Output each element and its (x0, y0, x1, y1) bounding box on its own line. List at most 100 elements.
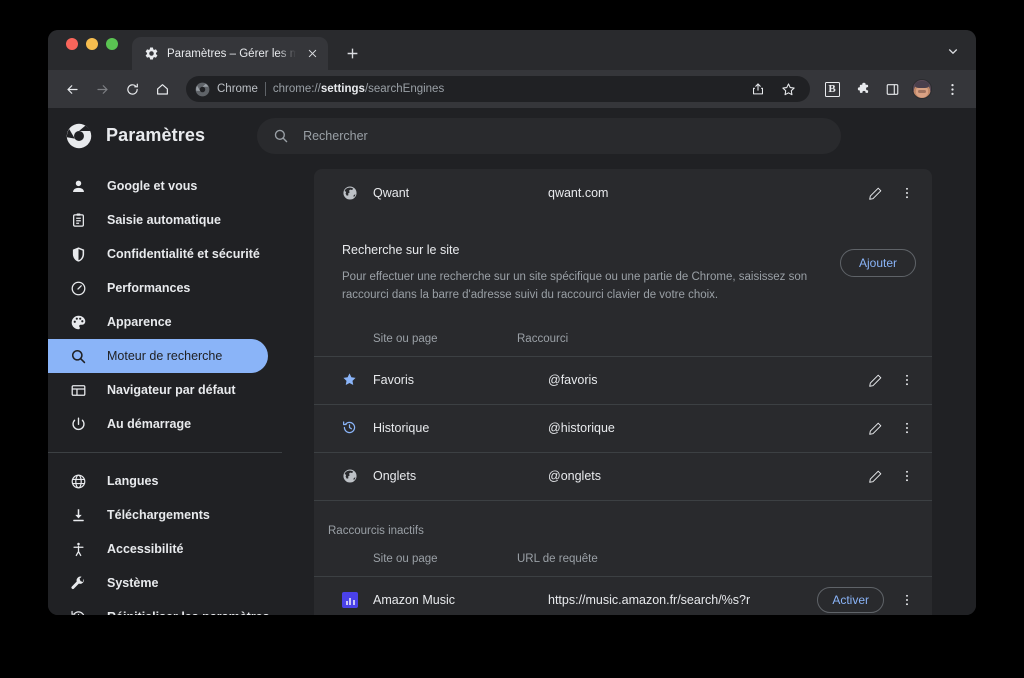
window-controls (48, 30, 118, 70)
row-actions (866, 467, 916, 485)
tab-search-chevron-down-icon[interactable] (944, 42, 962, 60)
history-icon (70, 609, 87, 615)
sidebar-item-google-et-vous[interactable]: Google et vous (48, 169, 268, 203)
sidebar-item-label: Google et vous (107, 179, 198, 193)
address-bar[interactable]: Chrome chrome://settings/searchEngines (186, 76, 810, 102)
more-options-icon[interactable] (898, 419, 916, 437)
table-row[interactable]: Onglets @onglets (314, 453, 932, 501)
pencil-icon[interactable] (866, 184, 884, 202)
new-tab-button[interactable] (338, 39, 366, 67)
sidebar-item-moteur-de-recherche[interactable]: Moteur de recherche (48, 339, 268, 373)
sidebar-item-langues[interactable]: Langues (48, 464, 268, 498)
sidebar-item-label: Téléchargements (107, 508, 210, 522)
puzzle-icon[interactable] (848, 75, 876, 103)
accessibility-icon (70, 541, 87, 558)
tab-title: Paramètres – Gérer les moteurs (167, 47, 296, 60)
forward-button[interactable] (88, 75, 116, 103)
sidebar-item-saisie-automatique[interactable]: Saisie automatique (48, 203, 268, 237)
sidebar-item-performances[interactable]: Performances (48, 271, 268, 305)
star-icon (342, 372, 358, 388)
table-row[interactable]: Qwant qwant.com (314, 169, 932, 217)
home-button[interactable] (148, 75, 176, 103)
person-icon (70, 178, 87, 195)
search-engines-card: Qwant qwant.com Recherche sur le site Po… (314, 169, 932, 615)
activate-button[interactable]: Activer (817, 587, 884, 614)
url-highlight: settings (320, 83, 365, 95)
sidebar-item-accessibilite[interactable]: Accessibilité (48, 532, 268, 566)
clipboard-icon (70, 212, 87, 229)
palette-icon (70, 314, 87, 331)
column-header-site: Site ou page (373, 333, 438, 346)
page-title: Paramètres (106, 125, 206, 145)
table-row[interactable]: Historique @historique (314, 405, 932, 453)
column-header-url: URL de requête (517, 553, 598, 566)
sidebar-item-apparence[interactable]: Apparence (48, 305, 268, 339)
bookmark-star-icon[interactable] (774, 75, 802, 103)
sidebar-item-systeme[interactable]: Système (48, 566, 268, 600)
url-suffix: /searchEngines (364, 83, 445, 95)
settings-body: Google et vous Saisie automatique Confid… (48, 163, 976, 615)
row-name: Amazon Music (373, 593, 455, 608)
url-prefix: chrome:// (272, 83, 321, 95)
back-button[interactable] (58, 75, 86, 103)
clock-icon (342, 420, 358, 436)
browser-menu-button[interactable] (938, 75, 966, 103)
section-description: Pour effectuer une recherche sur un site… (342, 271, 808, 301)
globe-icon (70, 473, 87, 490)
browser-icon (70, 382, 87, 399)
sidebar-item-label: Langues (107, 474, 159, 488)
table-row[interactable]: Favoris @favoris (314, 357, 932, 405)
row-name: Historique (373, 421, 430, 436)
reload-button[interactable] (118, 75, 146, 103)
omnibox-url: chrome://settings/searchEngines (273, 83, 737, 95)
pencil-icon[interactable] (866, 371, 884, 389)
row-shortcut: @historique (548, 421, 615, 436)
row-actions: Activer (817, 587, 916, 614)
profile-avatar-button[interactable] (908, 75, 936, 103)
table-row[interactable]: Amazon Music https://music.amazon.fr/sea… (314, 577, 932, 615)
maximize-window-button[interactable] (106, 37, 118, 50)
wrench-icon (70, 575, 87, 592)
amazon-music-icon (342, 592, 358, 609)
close-tab-button[interactable] (304, 46, 320, 62)
row-name: Onglets (373, 469, 417, 484)
omnibox-separator (264, 82, 266, 96)
side-panel-icon[interactable] (878, 75, 906, 103)
sidebar-item-label: Accessibilité (107, 542, 184, 556)
settings-sidebar: Google et vous Saisie automatique Confid… (48, 163, 300, 615)
more-options-icon[interactable] (898, 371, 916, 389)
settings-search-box[interactable]: Rechercher (257, 117, 842, 154)
globe-icon (342, 468, 358, 484)
sidebar-item-label: Saisie automatique (107, 213, 221, 227)
sidebar-item-au-demarrage[interactable]: Au démarrage (48, 407, 268, 441)
share-icon[interactable] (744, 75, 772, 103)
settings-main-content: Qwant qwant.com Recherche sur le site Po… (300, 163, 976, 615)
tab-settings[interactable]: Paramètres – Gérer les moteurs (132, 37, 328, 70)
pencil-icon[interactable] (866, 467, 884, 485)
column-header-site: Site ou page (373, 553, 438, 566)
sidebar-item-navigateur-par-defaut[interactable]: Navigateur par défaut (48, 373, 268, 407)
settings-header: Paramètres Rechercher (48, 108, 976, 163)
row-name: Favoris (373, 373, 414, 388)
sidebar-item-label: Confidentialité et sécurité (107, 247, 260, 261)
omnibox-actions (744, 75, 802, 103)
row-url: https://music.amazon.fr/search/%s?r (548, 593, 751, 608)
inactive-section-title: Raccourcis inactifs (328, 524, 424, 537)
extension-b-icon[interactable]: B (818, 75, 846, 103)
more-options-icon[interactable] (898, 184, 916, 202)
sidebar-item-label: Navigateur par défaut (107, 383, 236, 397)
more-options-icon[interactable] (898, 591, 916, 609)
omnibox-chip-label: Chrome (217, 83, 258, 95)
minimize-window-button[interactable] (86, 37, 98, 50)
sidebar-item-label: Apparence (107, 315, 172, 329)
more-options-icon[interactable] (898, 467, 916, 485)
pencil-icon[interactable] (866, 419, 884, 437)
sidebar-item-confidentialite-et-securite[interactable]: Confidentialité et sécurité (48, 237, 268, 271)
sidebar-divider (48, 452, 282, 453)
engine-value: qwant.com (548, 186, 609, 200)
chrome-icon (195, 82, 210, 97)
sidebar-item-telechargements[interactable]: Téléchargements (48, 498, 268, 532)
sidebar-item-reinitialiser-les-parametres[interactable]: Réinitialiser les paramètres (48, 600, 270, 615)
close-window-button[interactable] (66, 37, 78, 50)
add-site-search-button[interactable]: Ajouter (839, 249, 916, 277)
